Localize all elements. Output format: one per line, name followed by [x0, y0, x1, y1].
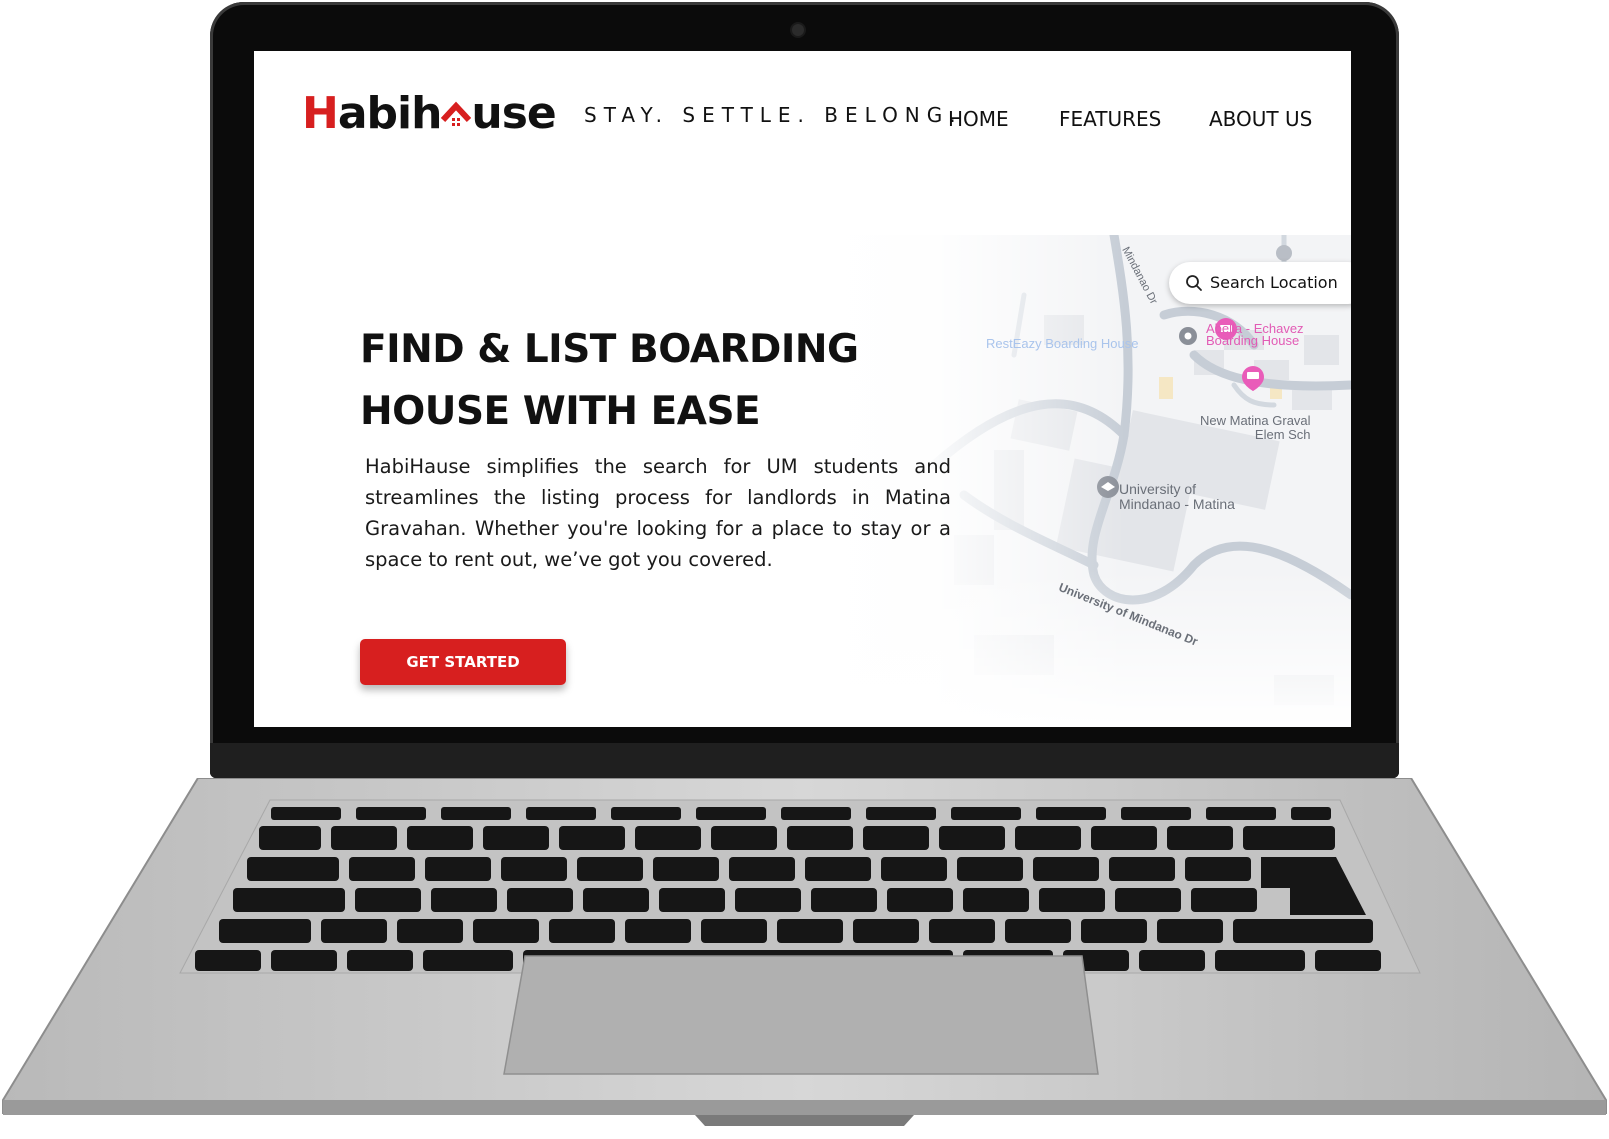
map-label-um-line1: University of — [1119, 481, 1197, 497]
map-label-um[interactable]: University of Mindanao - Matina — [1119, 482, 1235, 512]
search-placeholder: Search Location — [1210, 273, 1338, 292]
map-label-abella[interactable]: Abella - Echavez Boarding House — [1206, 322, 1304, 348]
map-label-new-matina[interactable]: New Matina Graval Elem Sch — [1200, 414, 1311, 442]
map-label-um-line2: Mindanao - Matina — [1119, 496, 1235, 512]
hero-description: HabiHause simplifies the search for UM s… — [365, 455, 951, 571]
habihouse-logo[interactable]: Habih use — [302, 88, 557, 139]
map-label-new-matina-line2: Elem Sch — [1254, 427, 1311, 442]
logo-text-mid: abih — [337, 88, 443, 139]
laptop-base — [0, 778, 1609, 1139]
hero-title: FIND & LIST BOARDING HOUSE WITH EASE — [360, 319, 920, 443]
map-label-resteazy[interactable]: RestEazy Boarding House — [986, 336, 1138, 351]
get-started-button[interactable]: GET STARTED — [360, 639, 566, 685]
search-location-input[interactable]: Search Location — [1169, 262, 1351, 304]
tagline: STAY. SETTLE. BELONG. — [584, 103, 963, 127]
logo-text-end: use — [471, 88, 556, 139]
map-label-abella-line2: Boarding House — [1206, 333, 1300, 348]
map-label-new-matina-line1: New Matina Graval — [1200, 413, 1311, 428]
webcam-icon — [792, 24, 804, 36]
nav-home[interactable]: HOME — [948, 107, 1009, 131]
website-screen: Habih use STAY. SETTLE. BELONG. HOME FEAT… — [254, 51, 1351, 727]
logo-letter-h: H — [302, 88, 339, 139]
hero-title-line2: HOUSE WITH EASE — [360, 389, 761, 434]
screen-bezel — [210, 743, 1399, 778]
nav-about-us[interactable]: ABOUT US — [1209, 107, 1312, 131]
search-icon — [1186, 275, 1202, 291]
nav-features[interactable]: FEATURES — [1059, 107, 1161, 131]
hero-title-line1: FIND & LIST BOARDING — [360, 327, 859, 372]
house-roof-icon — [441, 98, 472, 128]
